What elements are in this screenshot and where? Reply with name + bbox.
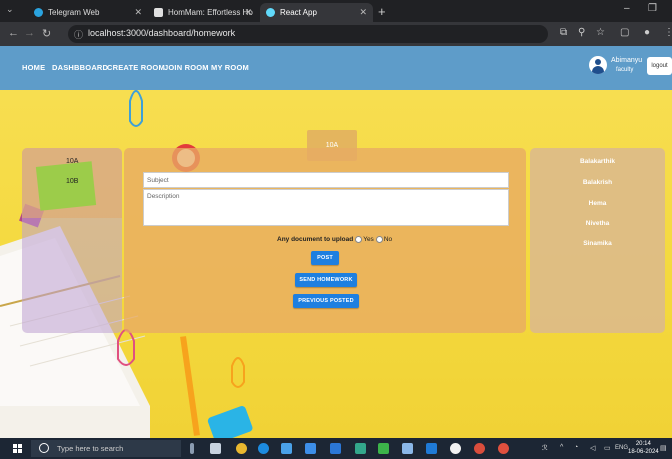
file-explorer-icon[interactable] bbox=[281, 443, 292, 454]
user-name: Abimanyu bbox=[611, 57, 643, 64]
zoom-icon[interactable]: ⚲ bbox=[578, 27, 585, 38]
student-item[interactable]: Balakarthik bbox=[530, 158, 665, 165]
logout-button[interactable]: logout bbox=[647, 57, 672, 75]
student-item[interactable]: Hema bbox=[530, 200, 665, 207]
menu-icon[interactable]: ⋮ bbox=[664, 27, 672, 38]
clock-date: 18-06-2024 bbox=[628, 449, 659, 455]
browser-toolbar: ← → ↻ ⓘ localhost:3000/dashboard/homewor… bbox=[0, 22, 672, 46]
no-label: No bbox=[383, 236, 393, 243]
close-icon[interactable]: ✕ bbox=[244, 7, 252, 18]
class-item-10b[interactable]: 10B bbox=[66, 178, 78, 185]
tab-search-icon[interactable]: ⌄ bbox=[6, 4, 14, 15]
nav-my-room[interactable]: MY ROOM bbox=[211, 63, 249, 72]
user-avatar-icon[interactable] bbox=[589, 56, 607, 74]
class-item-10a[interactable]: 10A bbox=[66, 158, 78, 165]
upload-question-label: Any document to upload bbox=[277, 236, 354, 243]
tab-telegram[interactable]: Telegram Web ✕ bbox=[28, 3, 148, 22]
network-icon[interactable]: ◔ bbox=[574, 444, 578, 451]
volume-icon[interactable]: ◁ bbox=[590, 444, 595, 452]
tab-react-app[interactable]: React App ✕ bbox=[260, 3, 373, 22]
taskbar-search-box[interactable]: Type here to search bbox=[31, 440, 181, 457]
paint-icon[interactable] bbox=[402, 443, 413, 454]
telegram-icon bbox=[34, 8, 43, 17]
task-view-icon[interactable] bbox=[210, 443, 221, 454]
app-icon[interactable] bbox=[355, 443, 366, 454]
browser-titlebar: ⌄ Telegram Web ✕ HomMam: Effortless Home… bbox=[0, 0, 672, 22]
search-icon bbox=[39, 443, 49, 453]
mic-icon[interactable] bbox=[190, 443, 194, 454]
yes-radio[interactable] bbox=[355, 236, 363, 243]
tab-title: React App bbox=[280, 8, 317, 17]
chrome-icon[interactable] bbox=[236, 443, 247, 454]
notification-icon[interactable]: ▤ bbox=[660, 444, 667, 452]
site-info-icon[interactable]: ⓘ bbox=[74, 28, 83, 41]
description-input[interactable] bbox=[143, 189, 509, 226]
people-icon[interactable]: ℛ bbox=[542, 444, 548, 452]
github-icon[interactable] bbox=[450, 443, 461, 454]
reload-icon[interactable]: ↻ bbox=[42, 27, 51, 40]
upload-question-row: Any document to upload Yes No bbox=[277, 236, 392, 243]
student-item[interactable]: Nivetha bbox=[530, 220, 665, 227]
tab-hommam[interactable]: HomMam: Effortless Homework ✕ bbox=[148, 3, 258, 22]
edge-icon[interactable] bbox=[258, 443, 269, 454]
subject-input[interactable] bbox=[143, 172, 509, 188]
windows-taskbar: Type here to search ℛ ^ ◔ ◁ ▭ ENG 20:14 … bbox=[0, 438, 672, 459]
sticky-note-illustration bbox=[35, 161, 97, 211]
close-icon[interactable]: ✕ bbox=[134, 7, 142, 18]
address-bar[interactable]: ⓘ localhost:3000/dashboard/homework bbox=[68, 25, 548, 43]
tray-chevron-icon[interactable]: ^ bbox=[560, 444, 563, 451]
maximize-icon[interactable]: ❐ bbox=[648, 3, 657, 14]
excel-icon[interactable] bbox=[378, 443, 389, 454]
bookmark-icon[interactable]: ☆ bbox=[596, 27, 605, 38]
battery-icon[interactable]: ▭ bbox=[604, 444, 611, 452]
language-indicator[interactable]: ENG bbox=[615, 445, 628, 451]
browser-icon[interactable] bbox=[498, 443, 509, 454]
profile-icon[interactable]: ● bbox=[644, 27, 650, 38]
app-page: HOME DASHBBOARD CREATE ROOM JOIN ROOM MY… bbox=[0, 46, 672, 438]
clock-time: 20:14 bbox=[635, 441, 651, 447]
install-icon[interactable]: ⧉ bbox=[560, 27, 567, 38]
chrome-dev-icon[interactable] bbox=[474, 443, 485, 454]
post-button[interactable]: POST bbox=[311, 251, 339, 265]
minimize-icon[interactable]: – bbox=[624, 3, 630, 14]
tab-title: HomMam: Effortless Homework bbox=[168, 8, 253, 17]
tab-title: Telegram Web bbox=[48, 8, 100, 17]
url-text: localhost:3000/dashboard/homework bbox=[88, 28, 236, 38]
app-navbar: HOME DASHBBOARD CREATE ROOM JOIN ROOM MY… bbox=[0, 46, 672, 90]
store-icon[interactable] bbox=[305, 443, 316, 454]
nav-join-room[interactable]: JOIN ROOM bbox=[164, 63, 209, 72]
sidepanel-icon[interactable]: ▢ bbox=[620, 27, 629, 38]
user-role: faculty bbox=[616, 67, 634, 73]
forward-icon[interactable]: → bbox=[24, 27, 35, 39]
no-radio[interactable] bbox=[375, 236, 383, 243]
yes-label: Yes bbox=[363, 236, 374, 243]
student-item[interactable]: Sinamika bbox=[530, 240, 665, 247]
nav-home[interactable]: HOME bbox=[22, 63, 45, 72]
student-item[interactable]: Balakrish bbox=[530, 179, 665, 186]
new-tab-icon[interactable]: + bbox=[378, 4, 386, 19]
hommam-icon bbox=[154, 8, 163, 17]
windows-start-icon[interactable] bbox=[13, 444, 23, 454]
close-icon[interactable]: ✕ bbox=[359, 7, 367, 18]
taskbar-clock[interactable]: 20:14 18-06-2024 bbox=[628, 440, 659, 456]
react-icon bbox=[266, 8, 275, 17]
previous-posted-button[interactable]: PREVIOUS POSTED bbox=[293, 294, 359, 308]
mail-icon[interactable] bbox=[330, 443, 341, 454]
nav-dashboard[interactable]: DASHBBOARD bbox=[52, 63, 108, 72]
back-icon[interactable]: ← bbox=[8, 27, 19, 39]
send-homework-button[interactable]: SEND HOMEWORK bbox=[295, 273, 357, 287]
vscode-icon[interactable] bbox=[426, 443, 437, 454]
nav-create-room[interactable]: CREATE ROOM bbox=[107, 63, 165, 72]
class-list-panel: 10A 10B bbox=[22, 148, 122, 333]
student-list-panel: Balakarthik Balakrish Hema Nivetha Sinam… bbox=[530, 148, 665, 333]
taskbar-search-placeholder: Type here to search bbox=[57, 444, 124, 453]
